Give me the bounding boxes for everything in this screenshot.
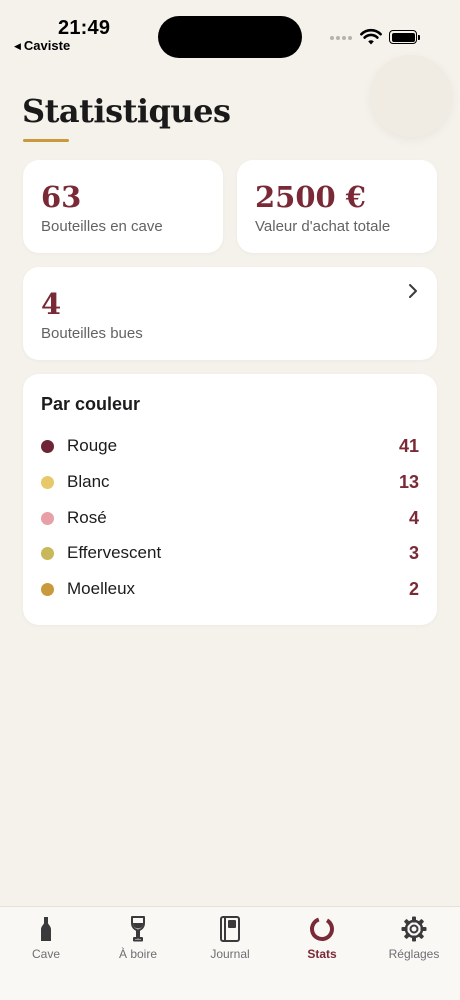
- bottles-drunk-value: 4: [41, 287, 62, 321]
- tab-cave[interactable]: Cave: [0, 915, 92, 971]
- chevron-right-icon: [409, 284, 417, 298]
- color-name: Moelleux: [67, 579, 136, 598]
- page-title: Statistiques: [22, 92, 231, 130]
- by-color-title: Par couleur: [41, 394, 141, 414]
- bottles-in-cellar-value: 63: [41, 180, 82, 214]
- total-purchase-value: 2500 €: [255, 180, 366, 214]
- tab-label: Réglages: [388, 947, 440, 961]
- color-row-rose: Rosé 4: [41, 506, 419, 530]
- color-dot: [41, 582, 54, 596]
- bottles-in-cellar-label: Bouteilles en cave: [41, 218, 163, 235]
- tab-label: Stats: [307, 947, 337, 961]
- color-dot: [41, 546, 54, 560]
- color-count: 13: [398, 471, 419, 492]
- tab-bar: Cave À boire Journal Stats Réglages: [0, 906, 460, 1000]
- bottles-in-cellar-card: 63 Bouteilles en cave: [23, 160, 223, 253]
- tab-label: Journal: [210, 947, 250, 961]
- bottles-drunk-card[interactable]: 4 Bouteilles bues: [23, 267, 437, 360]
- color-row-moelleux: Moelleux 2: [41, 577, 419, 601]
- tab-a-boire[interactable]: À boire: [92, 915, 184, 971]
- color-row-rouge: Rouge 41: [41, 434, 419, 458]
- color-row-effervescent: Effervescent 3: [41, 541, 419, 565]
- color-dot: [41, 475, 54, 489]
- color-count: 3: [408, 542, 419, 563]
- tab-stats[interactable]: Stats: [276, 915, 368, 971]
- decorative-circle: [370, 55, 452, 137]
- status-bar: 21:49 ◀ Caviste: [0, 0, 460, 60]
- bottles-drunk-label: Bouteilles bues: [41, 325, 143, 342]
- color-name: Effervescent: [67, 543, 162, 562]
- by-color-card: Par couleur Rouge 41 Blanc 13 Rosé 4 Eff…: [23, 374, 437, 625]
- journal-icon: [220, 916, 240, 942]
- tab-journal[interactable]: Journal: [184, 915, 276, 971]
- bottle-icon: [41, 917, 51, 941]
- color-row-blanc: Blanc 13: [41, 470, 419, 494]
- title-underline: [23, 139, 69, 142]
- tab-reglages[interactable]: Réglages: [368, 915, 460, 971]
- color-count: 2: [408, 578, 419, 599]
- stats-ring-icon: [310, 917, 334, 941]
- cellular-signal-icon: [330, 36, 352, 40]
- color-count: 4: [408, 507, 419, 528]
- color-name: Rouge: [67, 436, 118, 455]
- wifi-icon: [360, 28, 382, 45]
- color-dot: [41, 439, 54, 453]
- back-to-app-link[interactable]: ◀ Caviste: [14, 38, 70, 53]
- status-time: 21:49: [58, 17, 111, 39]
- total-purchase-value-label: Valeur d'achat totale: [255, 218, 391, 235]
- tab-label: Cave: [31, 947, 60, 961]
- back-triangle-icon: ◀: [14, 41, 21, 51]
- back-app-label: Caviste: [23, 38, 71, 53]
- total-purchase-value-card: 2500 € Valeur d'achat totale: [237, 160, 437, 253]
- color-dot: [41, 511, 54, 525]
- color-name: Rosé: [67, 508, 107, 527]
- dynamic-island: [158, 16, 302, 58]
- tab-label: À boire: [118, 947, 158, 961]
- battery-icon: [389, 30, 420, 44]
- gear-icon: [401, 916, 427, 942]
- color-count: 41: [398, 435, 419, 456]
- wine-glass-icon: [131, 916, 145, 942]
- color-name: Blanc: [67, 472, 110, 491]
